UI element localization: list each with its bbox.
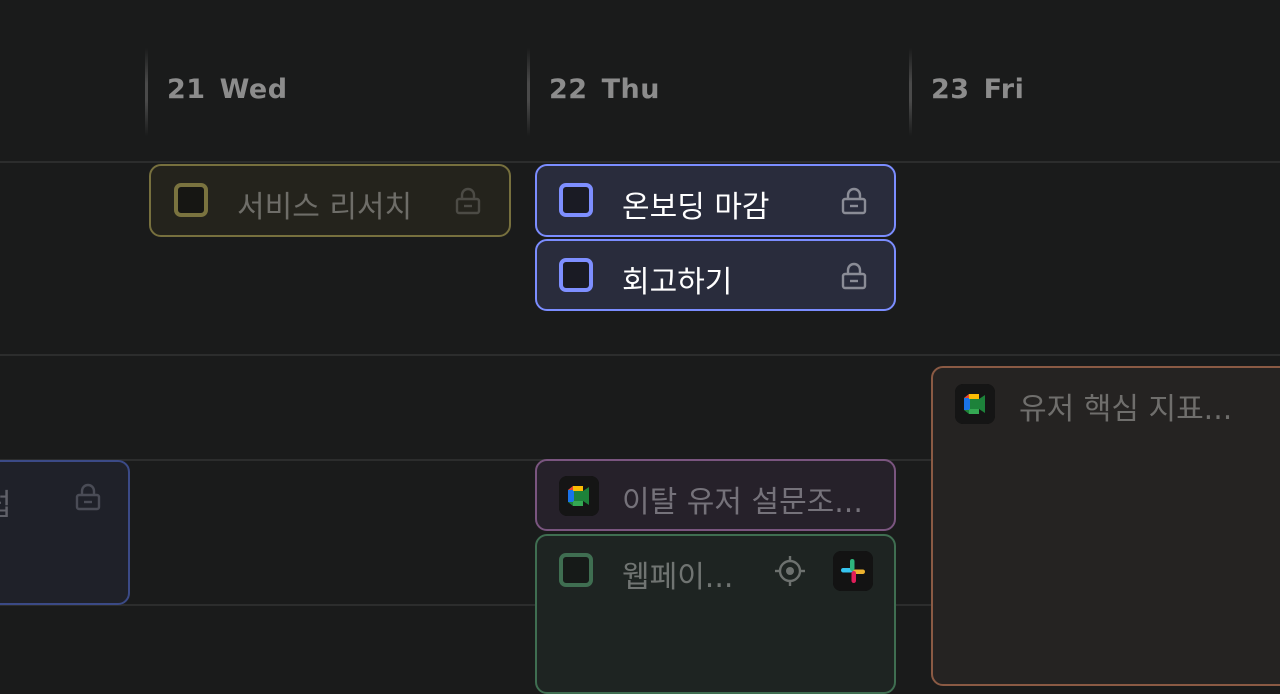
event-title: 유저 핵심 지표... bbox=[1019, 392, 1233, 427]
event-card-partial[interactable]: 럽 bbox=[0, 460, 130, 605]
column-separator bbox=[527, 48, 530, 136]
day-name: Fri bbox=[983, 74, 1025, 105]
checkbox-icon[interactable] bbox=[559, 183, 593, 217]
event-card-service-research[interactable]: 서비스 리서치 bbox=[149, 164, 511, 237]
checkbox-icon[interactable] bbox=[559, 553, 593, 587]
grid-line bbox=[0, 354, 1280, 356]
event-card-onboarding-deadline[interactable]: 온보딩 마감 bbox=[535, 164, 896, 237]
column-separator bbox=[145, 48, 148, 136]
target-icon bbox=[775, 556, 805, 586]
google-meet-icon bbox=[559, 476, 599, 516]
lock-icon bbox=[75, 483, 101, 511]
day-header-fri[interactable]: 23 Fri bbox=[931, 74, 1024, 114]
day-name: Wed bbox=[219, 74, 288, 105]
event-title: 이탈 유저 설문조... bbox=[622, 485, 863, 520]
event-card-user-metrics[interactable]: 유저 핵심 지표... bbox=[931, 366, 1280, 686]
day-header-wed[interactable]: 21 Wed bbox=[167, 74, 288, 114]
day-header-thu[interactable]: 22 Thu bbox=[549, 74, 660, 114]
lock-icon bbox=[841, 262, 867, 290]
event-card-webpage[interactable]: 웹페이... bbox=[535, 534, 896, 694]
event-title: 회고하기 bbox=[622, 265, 733, 300]
day-number: 21 bbox=[167, 74, 206, 105]
grid-line bbox=[0, 161, 1280, 163]
event-title: 온보딩 마감 bbox=[622, 190, 770, 225]
event-title: 럽 bbox=[0, 480, 12, 524]
day-name: Thu bbox=[601, 74, 660, 105]
event-card-retrospective[interactable]: 회고하기 bbox=[535, 239, 896, 311]
event-title: 서비스 리서치 bbox=[237, 190, 413, 225]
day-number: 23 bbox=[931, 74, 970, 105]
slack-icon bbox=[833, 551, 873, 591]
event-title: 웹페이... bbox=[622, 560, 734, 595]
lock-icon bbox=[841, 187, 867, 215]
day-number: 22 bbox=[549, 74, 588, 105]
checkbox-icon[interactable] bbox=[174, 183, 208, 217]
lock-icon bbox=[455, 187, 481, 215]
column-separator bbox=[909, 48, 912, 136]
checkbox-icon[interactable] bbox=[559, 258, 593, 292]
google-meet-icon bbox=[955, 384, 995, 424]
event-card-churn-survey[interactable]: 이탈 유저 설문조... bbox=[535, 459, 896, 531]
